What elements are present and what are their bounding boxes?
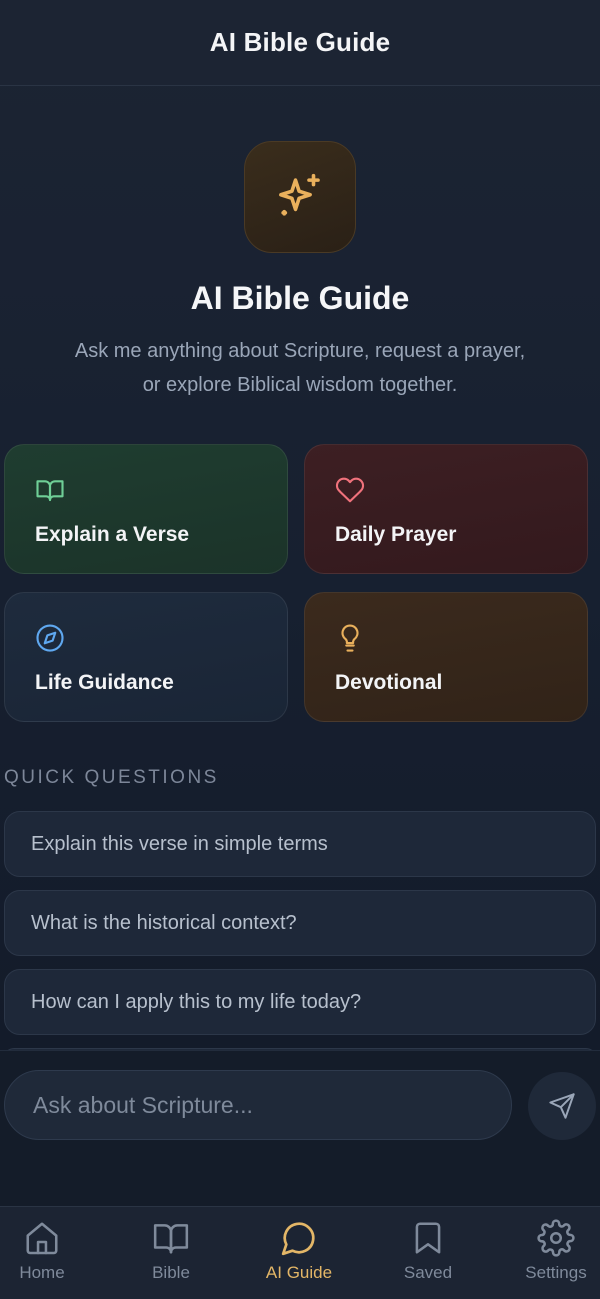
- quick-question-item[interactable]: Explain this verse in simple terms: [4, 811, 596, 877]
- explain-verse-card[interactable]: Explain a Verse: [4, 444, 288, 574]
- chat-bubble-icon: [281, 1222, 315, 1256]
- home-icon: [26, 1222, 58, 1255]
- tab-label: Bible: [152, 1263, 190, 1282]
- gear-icon: [537, 1219, 575, 1257]
- hero-title: AI Bible Guide: [190, 280, 410, 316]
- tab-label: AI Guide: [265, 1263, 333, 1282]
- book-open-icon: [36, 480, 64, 502]
- lightbulb-icon: [341, 624, 359, 652]
- tab-bible[interactable]: Bible: [111, 1207, 231, 1299]
- tab-label: Settings: [525, 1263, 587, 1282]
- quick-questions-heading: QUICK QUESTIONS: [4, 767, 219, 788]
- tab-ai-guide[interactable]: AI Guide: [239, 1207, 359, 1299]
- card-label: Life Guidance: [35, 671, 174, 694]
- daily-prayer-card[interactable]: Daily Prayer: [304, 444, 588, 574]
- tab-label: Saved: [403, 1263, 453, 1282]
- bookmark-icon: [415, 1222, 441, 1254]
- app-header: AI Bible Guide: [0, 0, 600, 86]
- life-guidance-card[interactable]: Life Guidance: [4, 592, 288, 722]
- quick-question-item[interactable]: How can I apply this to my life today?: [4, 969, 596, 1035]
- tab-settings[interactable]: Settings: [496, 1207, 600, 1299]
- send-icon: [549, 1093, 575, 1119]
- hero-subtitle: Ask me anything about Scripture, request…: [30, 334, 570, 402]
- bottom-tab-bar: Home Bible AI Guide Saved Settings: [0, 1206, 600, 1299]
- card-label: Daily Prayer: [335, 523, 457, 546]
- compass-icon: [36, 624, 64, 652]
- quick-question-item[interactable]: What is the historical context?: [4, 890, 596, 956]
- tab-label: Home: [19, 1263, 65, 1282]
- tab-home[interactable]: Home: [0, 1207, 102, 1299]
- heart-icon: [336, 477, 365, 503]
- hero-badge: [244, 141, 356, 253]
- card-label: Devotional: [335, 671, 443, 694]
- sparkles-icon: [279, 173, 320, 216]
- ask-input[interactable]: [4, 1070, 512, 1140]
- header-title: AI Bible Guide: [209, 27, 391, 57]
- send-button[interactable]: [528, 1072, 596, 1140]
- devotional-card[interactable]: Devotional: [304, 592, 588, 722]
- card-label: Explain a Verse: [35, 523, 190, 546]
- book-icon: [153, 1224, 189, 1254]
- hero-subtitle-line-1: Ask me anything about Scripture, request…: [74, 340, 526, 362]
- tab-saved[interactable]: Saved: [368, 1207, 488, 1299]
- hero-subtitle-line-2: or explore Biblical wisdom together.: [142, 374, 458, 396]
